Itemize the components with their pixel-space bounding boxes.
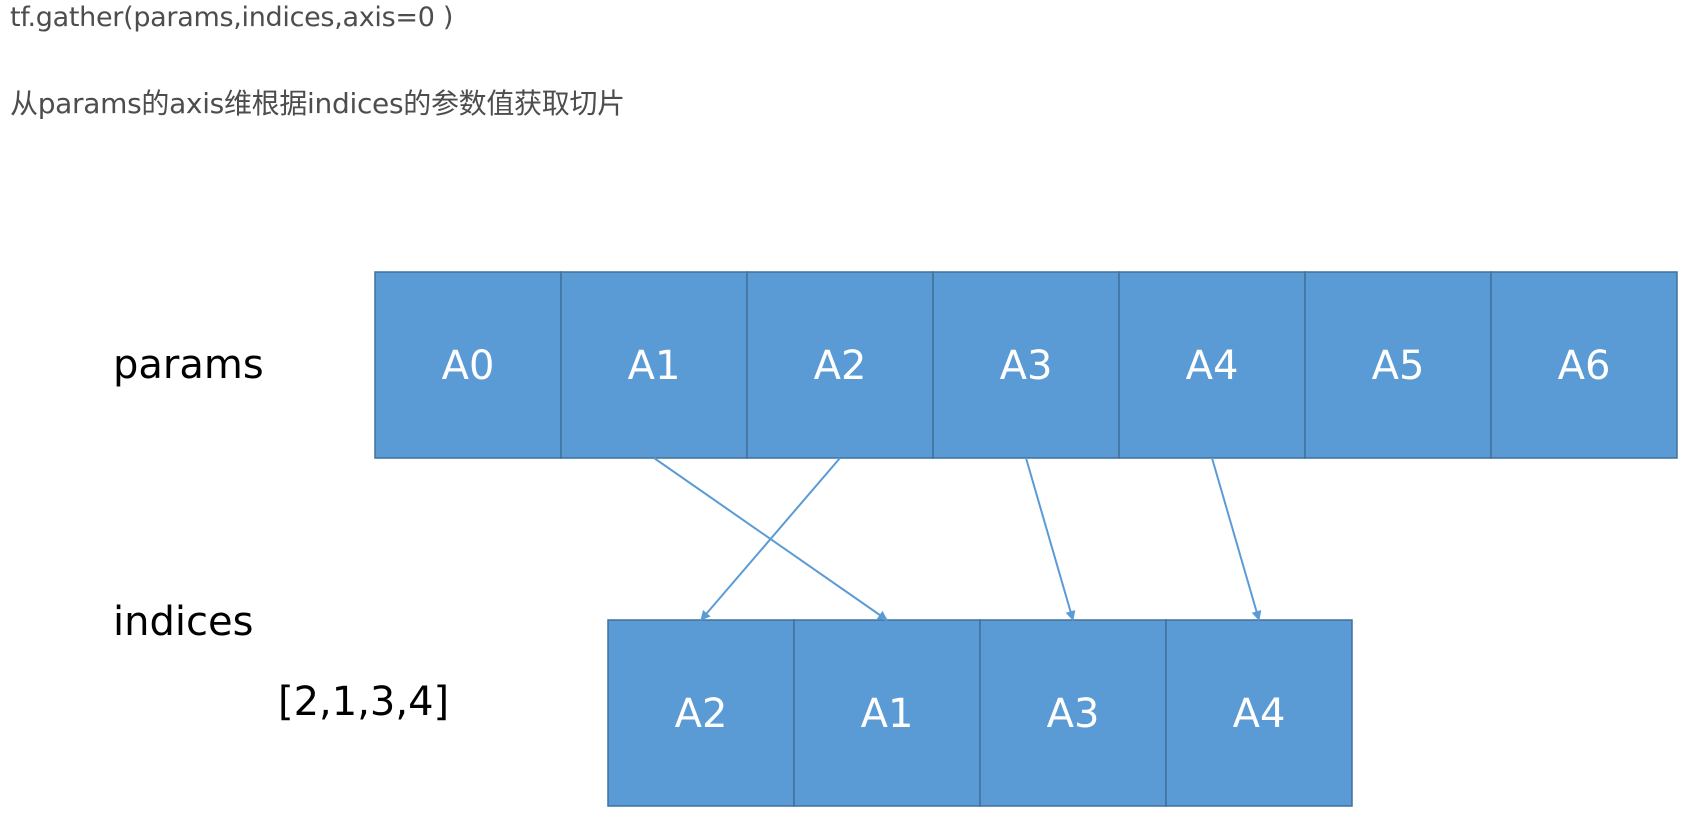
params-cell-3: A3 <box>932 271 1120 459</box>
output-cell-3: A4 <box>1165 619 1353 807</box>
gather-arrows <box>653 457 1262 621</box>
gather-arrow-2 <box>1025 457 1076 621</box>
params-cell-4: A4 <box>1118 271 1306 459</box>
params-cell-label: A4 <box>1186 343 1239 389</box>
indices-value: [2,1,3,4] <box>278 679 449 725</box>
indices-label: indices <box>113 599 253 645</box>
params-cell-6: A6 <box>1490 271 1678 459</box>
params-cell-2: A2 <box>746 271 934 459</box>
gather-diagram: params indices [2,1,3,4] A0 A1 A2 A3 A4 A5 A6 … <box>113 271 1678 807</box>
output-cell-1: A1 <box>793 619 981 807</box>
output-cell-label: A4 <box>1233 691 1286 737</box>
output-cell-0: A2 <box>607 619 795 807</box>
params-cell-label: A6 <box>1558 343 1611 389</box>
params-cell-label: A2 <box>814 343 867 389</box>
output-cell-label: A3 <box>1047 691 1100 737</box>
output-cell-2: A3 <box>979 619 1167 807</box>
params-cell-label: A3 <box>1000 343 1053 389</box>
params-label: params <box>113 342 264 388</box>
params-cell-label: A5 <box>1372 343 1425 389</box>
params-cell-5: A5 <box>1304 271 1492 459</box>
gather-arrow-1 <box>653 457 888 621</box>
params-cell-1: A1 <box>560 271 748 459</box>
gather-arrow-3 <box>1211 457 1262 621</box>
params-cell-label: A1 <box>628 343 681 389</box>
params-cell-label: A0 <box>442 343 495 389</box>
output-cell-label: A1 <box>861 691 914 737</box>
params-cell-0: A0 <box>374 271 562 459</box>
params-row: A0 A1 A2 A3 A4 A5 A6 <box>374 271 1678 459</box>
output-row: A2 A1 A3 A4 <box>607 619 1353 807</box>
output-cell-label: A2 <box>675 691 728 737</box>
